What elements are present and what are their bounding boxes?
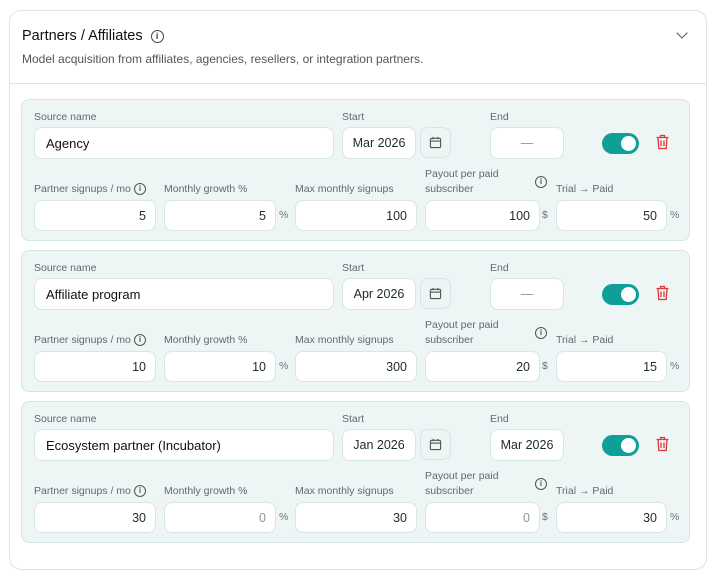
monthly-growth-input[interactable]: 5 — [164, 200, 276, 231]
calendar-button[interactable] — [420, 278, 451, 309]
trial-paid-input[interactable]: 50 — [556, 200, 667, 231]
chevron-down-icon[interactable] — [676, 27, 688, 39]
payout-line1: Payout per paid — [425, 470, 499, 482]
percent-unit: % — [670, 360, 680, 372]
end-label: End — [490, 262, 509, 274]
label-text: Partner signups / mo — [34, 485, 131, 497]
source-name-label: Source name — [34, 262, 97, 274]
trash-icon[interactable] — [655, 134, 670, 150]
label-text: Partner signups / mo — [34, 183, 131, 195]
max-signups-label: Max monthly signups — [295, 334, 394, 346]
payout-line2: subscriber — [425, 183, 474, 195]
payout-input[interactable]: 0 — [425, 502, 540, 533]
trial-paid-label: Trial → Paid — [556, 183, 614, 195]
payout-input[interactable]: 100 — [425, 200, 540, 231]
payout-label: Payout per paid subscriber — [425, 318, 499, 348]
payout-line2: subscriber — [425, 334, 474, 346]
info-icon[interactable]: i — [134, 334, 146, 346]
end-date-input[interactable]: — — [490, 127, 564, 159]
source-card: Source name Ecosystem partner (Incubator… — [21, 401, 690, 543]
monthly-growth-input[interactable]: 10 — [164, 351, 276, 382]
source-name-input[interactable]: Affiliate program — [34, 278, 334, 310]
monthly-growth-label: Monthly growth % — [164, 334, 248, 346]
info-icon[interactable]: i — [150, 30, 164, 43]
percent-unit: % — [279, 209, 289, 221]
info-icon[interactable]: i — [535, 478, 547, 490]
end-label: End — [490, 111, 509, 123]
end-date-input[interactable]: Mar 2026 — [490, 429, 564, 461]
monthly-growth-input[interactable]: 0 — [164, 502, 276, 533]
start-date-input[interactable]: Jan 2026 — [342, 429, 416, 461]
section-subtitle: Model acquisition from affiliates, agenc… — [22, 52, 424, 66]
toggle-knob — [621, 287, 636, 302]
monthly-growth-label: Monthly growth % — [164, 183, 248, 195]
max-signups-input[interactable]: 30 — [295, 502, 417, 533]
trial-paid-label: Trial → Paid — [556, 485, 614, 497]
percent-unit: % — [670, 209, 680, 221]
calendar-icon — [429, 287, 442, 300]
enabled-toggle[interactable] — [602, 435, 639, 456]
max-signups-label: Max monthly signups — [295, 485, 394, 497]
end-date-input[interactable]: — — [490, 278, 564, 310]
percent-unit: % — [279, 360, 289, 372]
partner-signups-label: Partner signups / mo — [34, 484, 131, 499]
start-label: Start — [342, 111, 365, 123]
source-name-label: Source name — [34, 111, 97, 123]
partner-signups-label: Partner signups / mo — [34, 333, 131, 348]
trial-paid-input[interactable]: 30 — [556, 502, 667, 533]
source-card: Source name Affiliate program Start Apr … — [21, 250, 690, 392]
calendar-button[interactable] — [420, 127, 451, 158]
payout-label: Payout per paid subscriber — [425, 469, 499, 499]
start-date-input[interactable]: Mar 2026 — [342, 127, 416, 159]
dollar-unit: $ — [542, 511, 548, 523]
trash-icon[interactable] — [655, 436, 670, 452]
enabled-toggle[interactable] — [602, 284, 639, 305]
partner-signups-input[interactable]: 5 — [34, 200, 156, 231]
title-text: Partners / Affiliates — [22, 28, 143, 44]
partner-signups-input[interactable]: 10 — [34, 351, 156, 382]
info-icon[interactable]: i — [535, 327, 547, 339]
payout-line2: subscriber — [425, 485, 474, 497]
section-title: Partners / Affiliates i — [22, 28, 164, 44]
dollar-unit: $ — [542, 360, 548, 372]
trial-paid-input[interactable]: 15 — [556, 351, 667, 382]
max-signups-input[interactable]: 100 — [295, 200, 417, 231]
partner-signups-input[interactable]: 30 — [34, 502, 156, 533]
info-icon[interactable]: i — [535, 176, 547, 188]
monthly-growth-label: Monthly growth % — [164, 485, 248, 497]
payout-input[interactable]: 20 — [425, 351, 540, 382]
max-signups-label: Max monthly signups — [295, 183, 394, 195]
info-icon[interactable]: i — [134, 485, 146, 497]
label-text: Partner signups / mo — [34, 334, 131, 346]
info-icon[interactable]: i — [134, 183, 146, 195]
section-header[interactable]: Partners / Affiliates i Model acquisition… — [10, 11, 706, 84]
payout-line1: Payout per paid — [425, 319, 499, 331]
payout-line1: Payout per paid — [425, 168, 499, 180]
enabled-toggle[interactable] — [602, 133, 639, 154]
trial-paid-label: Trial → Paid — [556, 334, 614, 346]
source-card: Source name Agency Start Mar 2026 End — … — [21, 99, 690, 241]
calendar-button[interactable] — [420, 429, 451, 460]
source-name-label: Source name — [34, 413, 97, 425]
toggle-knob — [621, 438, 636, 453]
payout-label: Payout per paid subscriber — [425, 167, 499, 197]
percent-unit: % — [670, 511, 680, 523]
start-label: Start — [342, 413, 365, 425]
source-name-input[interactable]: Agency — [34, 127, 334, 159]
source-name-input[interactable]: Ecosystem partner (Incubator) — [34, 429, 334, 461]
dollar-unit: $ — [542, 209, 548, 221]
partner-signups-label: Partner signups / mo — [34, 182, 131, 197]
trash-icon[interactable] — [655, 285, 670, 301]
percent-unit: % — [279, 511, 289, 523]
max-signups-input[interactable]: 300 — [295, 351, 417, 382]
toggle-knob — [621, 136, 636, 151]
start-label: Start — [342, 262, 365, 274]
end-label: End — [490, 413, 509, 425]
calendar-icon — [429, 438, 442, 451]
calendar-icon — [429, 136, 442, 149]
start-date-input[interactable]: Apr 2026 — [342, 278, 416, 310]
